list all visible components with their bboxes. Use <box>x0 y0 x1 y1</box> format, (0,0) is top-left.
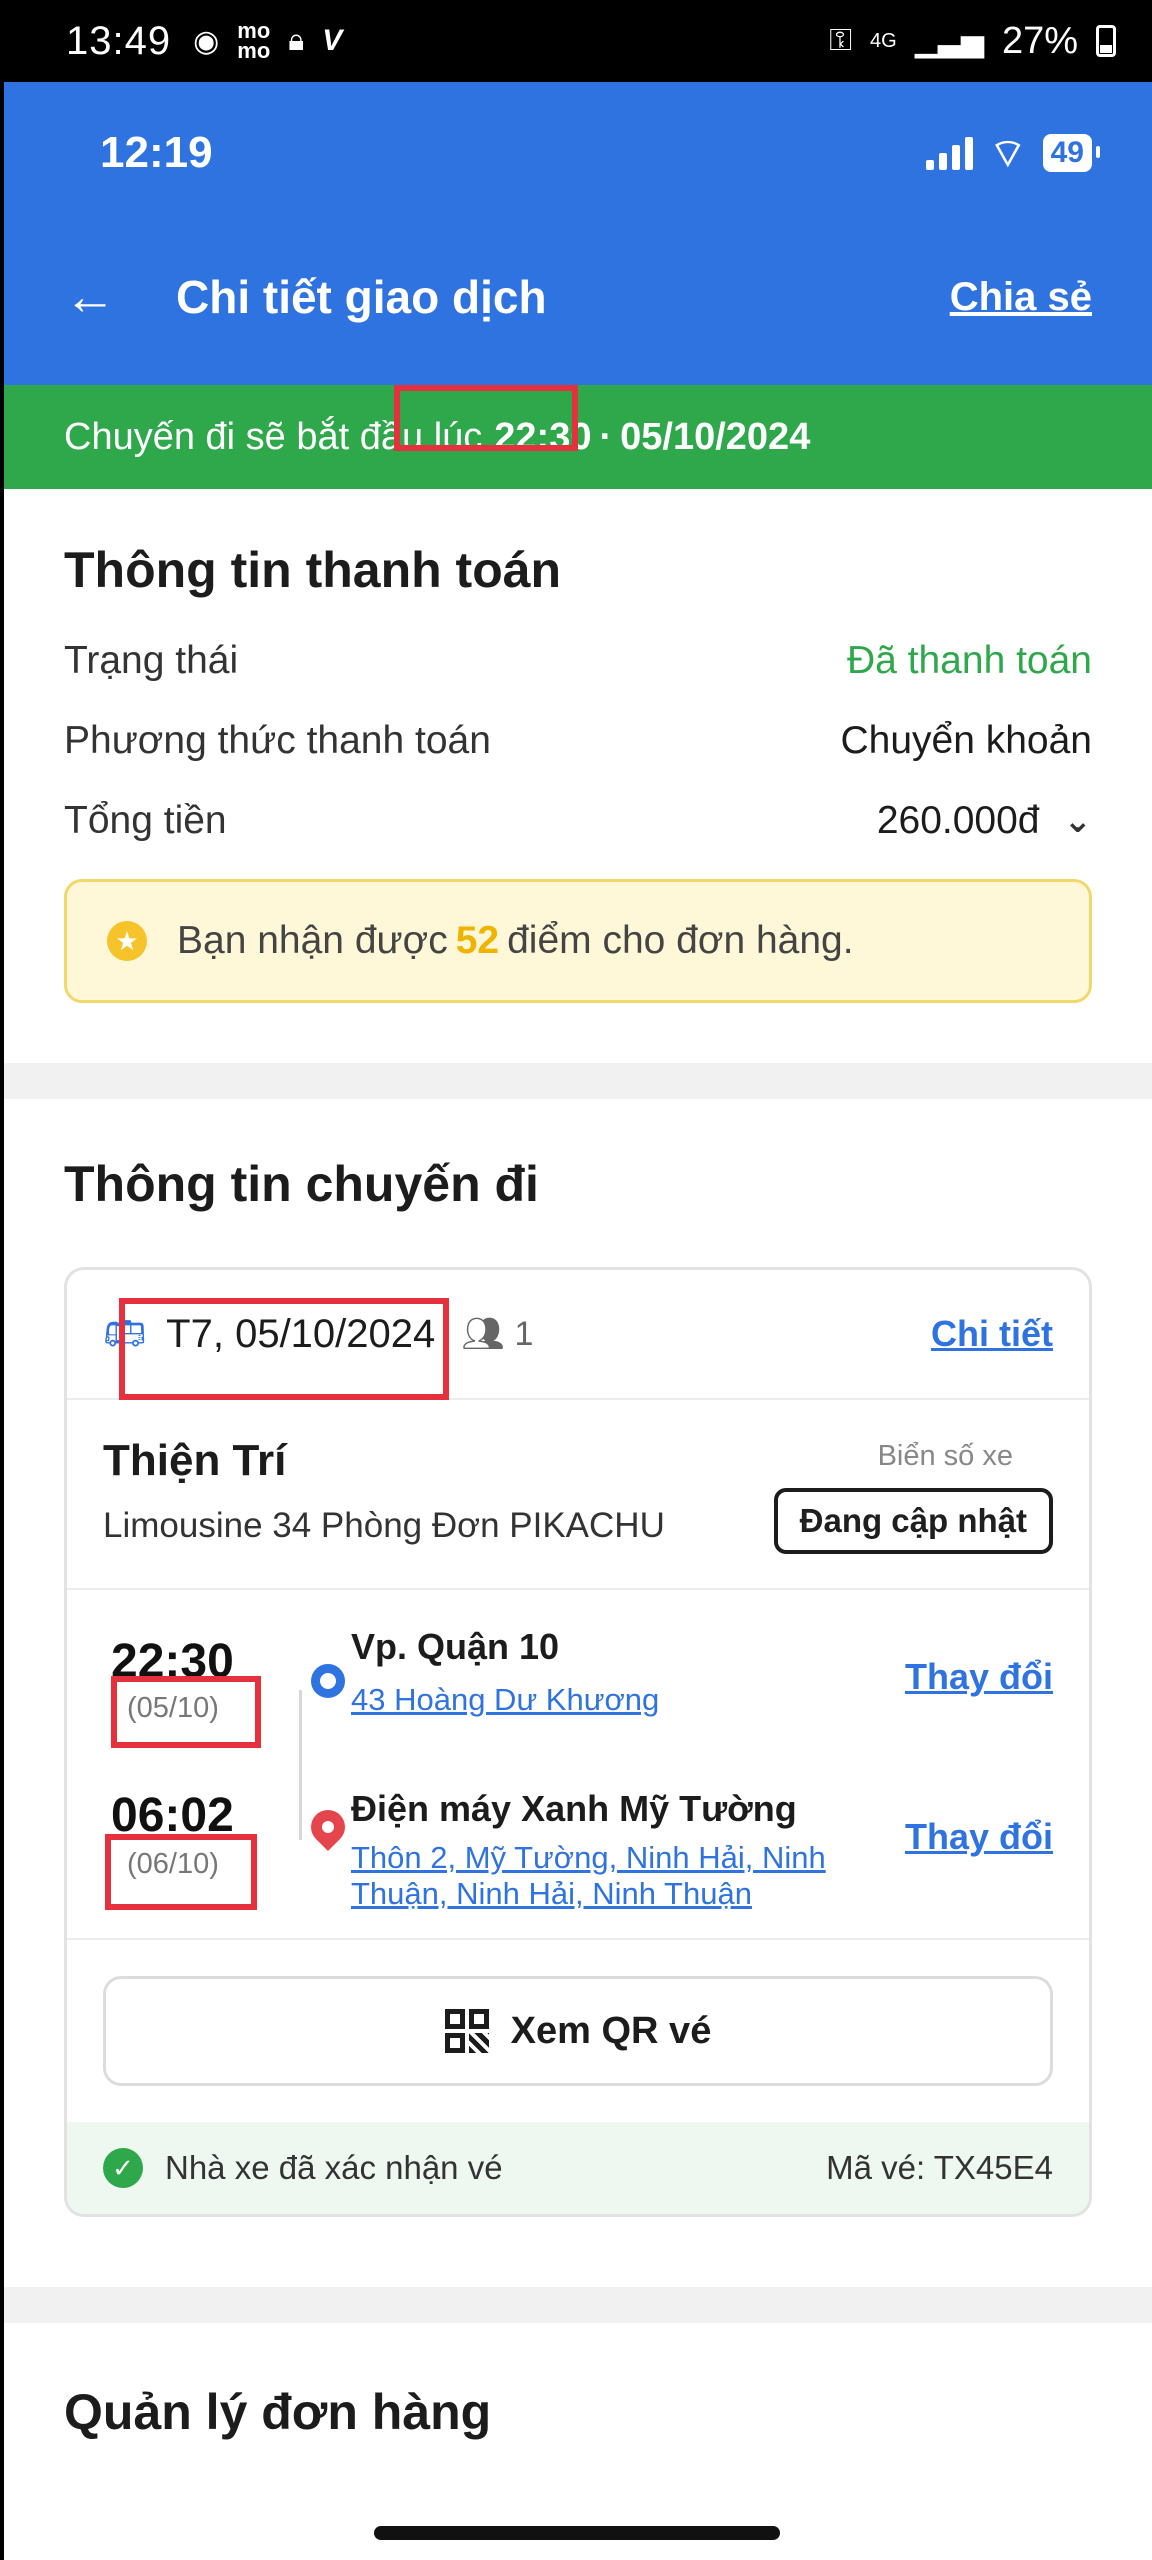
destination-pin-icon <box>303 1802 353 1852</box>
passenger-count: 👥︎ 1 <box>461 1314 533 1354</box>
banner-date: 05/10/2024 <box>620 415 811 458</box>
route-line <box>299 1690 302 1840</box>
points-value: 52 <box>455 919 500 962</box>
v-icon: V <box>322 24 343 57</box>
app-clock: 12:19 <box>100 128 213 177</box>
back-arrow-icon[interactable]: ← <box>64 271 124 323</box>
star-icon: ★ <box>107 921 147 961</box>
trip-card: 🚌︎ T7, 05/10/2024 👥︎ 1 Chi tiết Thiện Tr… <box>64 1267 1092 2217</box>
device-clock: 13:49 <box>66 18 172 63</box>
payment-title: Thông tin thanh toán <box>64 542 562 598</box>
qr-wrap: Xem QR vé <box>67 1940 1089 2122</box>
status-row: Trạng thái Đã thanh toán <box>64 639 1092 683</box>
status-label: Trạng thái <box>64 639 239 682</box>
app-screen: 12:19 ⌔ 49 ← Chi tiết giao dịch Chia sẻ … <box>4 82 1152 2560</box>
total-value: 260.000đ <box>876 799 1040 842</box>
app-battery-icon: 49 <box>1042 134 1101 172</box>
departure-dot-icon <box>311 1664 345 1698</box>
device-status-bar: 13:49 ◉ mo mo 🔒︎ V ⚿ 4G ▁▃▅ 27% <box>0 0 1152 82</box>
notification-icons: ◉ mo mo 🔒︎ V <box>193 18 343 63</box>
battery-icon <box>1096 25 1116 57</box>
operator-info: Thiện Trí Limousine 34 Phòng Đơn PIKACHU… <box>67 1400 1089 1590</box>
method-label: Phương thức thanh toán <box>64 719 491 762</box>
highlight-box <box>119 1298 449 1400</box>
people-icon: 👥︎ <box>461 1315 505 1353</box>
app-header: 12:19 ⌔ 49 ← Chi tiết giao dịch Chia sẻ <box>4 82 1152 385</box>
trip-detail-link[interactable]: Chi tiết <box>931 1313 1053 1355</box>
network-type: 4G <box>870 29 897 52</box>
chevron-down-icon[interactable]: ⌄ <box>1064 801 1093 841</box>
plate-label: Biển số xe <box>877 1440 1013 1472</box>
status-value: Đã thanh toán <box>846 639 1092 682</box>
vpn-key-icon: ⚿ <box>829 24 853 57</box>
momo-icon: mo mo <box>237 18 271 63</box>
method-value: Chuyển khoản <box>840 719 1092 762</box>
trip-title: Thông tin chuyến đi <box>64 1156 539 1212</box>
home-indicator[interactable] <box>374 2526 780 2540</box>
plate-status-badge: Đang cập nhật <box>773 1488 1053 1554</box>
trip-stops: 22:30 (05/10) Vp. Quận 10 43 Hoàng Dư Kh… <box>67 1590 1089 1940</box>
section-divider <box>4 2287 1152 2323</box>
points-prefix: Bạn nhận được <box>177 919 448 962</box>
departure-address-link[interactable]: 43 Hoàng Dư Khương <box>351 1682 831 1718</box>
share-link[interactable]: Chia sẻ <box>950 275 1092 320</box>
section-divider <box>4 1063 1152 1099</box>
points-suffix: điểm cho đơn hàng. <box>507 919 854 962</box>
wifi-icon: ⌔ <box>989 132 1027 176</box>
app-status-bar: 12:19 ⌔ 49 <box>100 128 1101 178</box>
trip-start-banner: Chuyến đi sẽ bắt đầu lúc 22:30 · 05/10/2… <box>4 385 1152 489</box>
qr-code-icon <box>444 2009 489 2053</box>
page-title: Chi tiết giao dịch <box>176 271 547 323</box>
highlight-box <box>111 1676 261 1748</box>
battery-percent: 27% <box>1001 19 1078 62</box>
departure-name: Vp. Quận 10 <box>351 1626 560 1667</box>
order-management-title: Quản lý đơn hàng <box>64 2384 492 2440</box>
passenger-number: 1 <box>514 1314 534 1353</box>
highlight-box <box>105 1834 257 1910</box>
cell-signal-icon <box>926 136 974 170</box>
order-management-section: Quản lý đơn hàng <box>4 2323 1152 2441</box>
points-notice: ★ Bạn nhận được 52 điểm cho đơn hàng. <box>64 879 1092 1003</box>
messenger-icon: ◉ <box>193 24 220 58</box>
payment-section: Thông tin thanh toán Trạng thái Đã thanh… <box>4 489 1152 1063</box>
confirm-text: Nhà xe đã xác nhận vé <box>165 2149 503 2186</box>
view-qr-ticket-button[interactable]: Xem QR vé <box>103 1976 1053 2086</box>
total-label: Tổng tiền <box>64 799 227 842</box>
signal-icon: ▁▃▅ <box>914 24 984 58</box>
ticket-confirmation: ✓ Nhà xe đã xác nhận vé Mã vé: TX45E4 <box>67 2122 1089 2214</box>
method-row: Phương thức thanh toán Chuyển khoản <box>64 719 1092 763</box>
qr-button-label: Xem QR vé <box>510 2009 712 2052</box>
change-departure-link[interactable]: Thay đổi <box>905 1656 1053 1698</box>
trip-card-header: 🚌︎ T7, 05/10/2024 👥︎ 1 Chi tiết <box>67 1270 1089 1400</box>
total-row[interactable]: Tổng tiền 260.000đ ⌄ <box>64 799 1092 843</box>
arrival-name: Điện máy Xanh Mỹ Tường <box>351 1788 797 1829</box>
banner-separator: · <box>599 415 613 458</box>
check-circle-icon: ✓ <box>103 2148 143 2188</box>
highlight-box <box>394 385 578 451</box>
ticket-code: Mã vé: TX45E4 <box>826 2149 1053 2186</box>
change-arrival-link[interactable]: Thay đổi <box>905 1816 1053 1858</box>
arrival-address-link[interactable]: Thôn 2, Mỹ Tường, Ninh Hải, Ninh Thuận, … <box>351 1840 831 1912</box>
lock-icon: 🔒︎ <box>288 24 305 57</box>
trip-section: Thông tin chuyến đi 🚌︎ T7, 05/10/2024 👥︎… <box>4 1099 1152 2217</box>
